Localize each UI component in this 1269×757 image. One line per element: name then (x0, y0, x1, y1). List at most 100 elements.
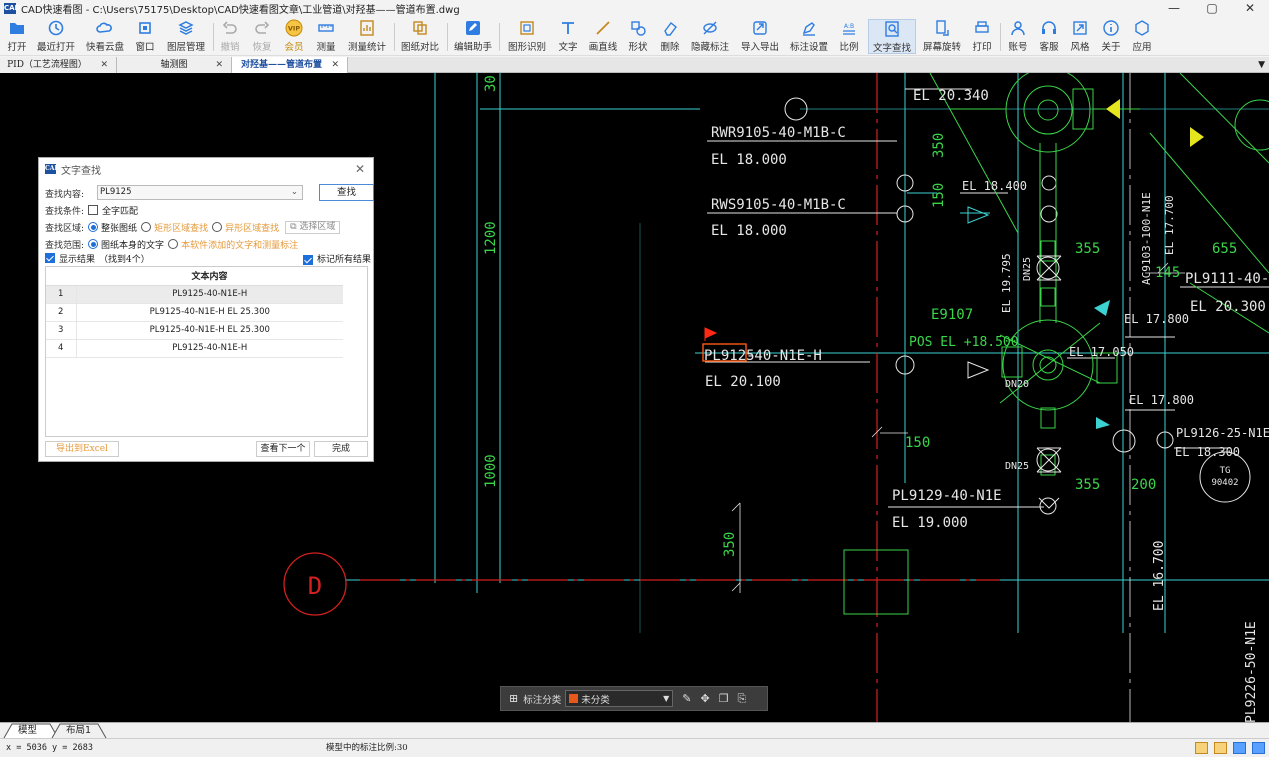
apps-button[interactable]: 应用 (1130, 19, 1154, 54)
drawing-label: EL 18.300 (1175, 445, 1240, 459)
print-button[interactable]: 打印 (970, 19, 994, 54)
range-drawing-text-radio[interactable] (88, 239, 99, 249)
export-excel-button[interactable]: 导出到Excel (45, 441, 119, 457)
tab-pid[interactable]: PID（工艺流程图） ✕ (0, 57, 117, 73)
table-row[interactable]: 1 PL9125-40-N1E-H (46, 285, 343, 304)
draw-line-button[interactable]: 画直线 (588, 19, 618, 54)
table-row[interactable]: 2 PL9125-40-N1E-H EL 25.300 (46, 303, 343, 322)
mark-all-checkbox[interactable] (302, 254, 313, 265)
tab-close-icon[interactable]: ✕ (331, 57, 339, 73)
fullscreen-icon[interactable] (1233, 742, 1246, 754)
copy-icon[interactable]: ❐ (719, 692, 729, 705)
drawing-label: POS EL +18.500 (909, 335, 1019, 350)
annotation-scale-status: 模型中的标注比例:30 (326, 743, 408, 753)
layout-tab-model[interactable]: 模型 (18, 723, 37, 738)
drawing-label: PL9226-50-N1E (1244, 621, 1259, 722)
table-row[interactable]: 4 PL9125-40-N1E-H (46, 339, 343, 358)
drawing-label: RWS9105-40-M1B-C (711, 197, 846, 213)
drawing-label: PL9129-40-N1E (892, 488, 1002, 504)
measure-button[interactable]: 测量 (313, 19, 339, 54)
layer-manager-button[interactable]: 图层管理 (165, 19, 207, 54)
layout-tab-layout1[interactable]: 布局1 (66, 723, 91, 738)
annotation-settings-button[interactable]: 标注设置 (788, 19, 830, 54)
show-results-checkbox[interactable] (45, 253, 55, 263)
drawing-label: EL 19.000 (892, 515, 968, 531)
select-area-button[interactable]: ⧉ 选择区域 (285, 220, 341, 234)
dialog-button-bar: 导出到Excel 查看下一个 完成 (45, 441, 368, 457)
hide-annotation-icon (703, 21, 717, 35)
redo-button[interactable]: 恢复 (250, 19, 274, 54)
mark-all-option: 标记所有结果 (299, 252, 371, 265)
tab-close-icon[interactable]: ✕ (100, 57, 108, 73)
measure-stats-button[interactable]: 测量统计 (346, 19, 388, 54)
edit-helper-button[interactable]: 编辑助手 (453, 19, 493, 54)
range-added-text-radio[interactable] (168, 239, 179, 249)
area-rectangle-radio[interactable] (141, 222, 152, 232)
full-match-checkbox[interactable] (88, 205, 99, 215)
recent-button[interactable]: 最近打开 (36, 19, 76, 54)
customer-service-button[interactable]: 客服 (1037, 19, 1061, 54)
text-tool-button[interactable]: 文字 (556, 19, 580, 54)
area-irregular-radio[interactable] (212, 222, 223, 232)
find-next-button[interactable]: 查看下一个 (256, 441, 310, 457)
style-icon (1073, 21, 1087, 35)
tab-isometric[interactable]: 轴测图 ✕ (117, 57, 232, 73)
hide-annotation-button[interactable]: 隐藏标注 (689, 19, 731, 54)
dialog-close-icon[interactable]: ✕ (355, 162, 365, 176)
snap-icon[interactable] (1195, 742, 1208, 754)
undo-icon (222, 21, 237, 34)
screen-icon[interactable] (1252, 742, 1265, 754)
chevron-down-icon[interactable]: ⌄ (291, 186, 298, 199)
import-export-button[interactable]: 导入导出 (739, 19, 781, 54)
annotation-category-select[interactable]: 未分类 ▼ (565, 690, 674, 707)
apps-icon (1135, 20, 1149, 36)
text-search-dialog: CAD 文字查找 ✕ 查找内容: PL9125 ⌄ 查找 查找条件: 全字匹配 查… (38, 157, 374, 462)
info-icon (1103, 20, 1119, 36)
maximize-button[interactable]: ▢ (1193, 0, 1231, 17)
window-button[interactable]: 窗口 (133, 19, 157, 54)
rotate-screen-button[interactable]: 屏幕旋转 (922, 19, 962, 54)
drawing-label: EL 17.800 (1129, 393, 1194, 407)
open-button[interactable]: 打开 (4, 19, 30, 54)
drawing-label: 90402 (1211, 478, 1238, 488)
find-button[interactable]: 查找 (319, 184, 374, 201)
minimize-button[interactable]: — (1155, 0, 1193, 17)
shape-tool-button[interactable]: 形状 (626, 19, 650, 54)
about-button[interactable]: 关于 (1099, 19, 1123, 54)
paste-icon[interactable]: ⎘ (738, 692, 747, 706)
drawing-label: 350 (722, 532, 738, 557)
tab-piping-layout[interactable]: 对羟基——管道布置 ✕ (232, 57, 348, 73)
drawing-label: EL 20.340 (913, 88, 989, 104)
dialog-title: 文字查找 (61, 165, 101, 177)
close-window-button[interactable]: ✕ (1231, 0, 1269, 17)
tab-list-dropdown-icon[interactable]: ▼ (1258, 57, 1265, 73)
move-icon[interactable]: ✥ (700, 692, 709, 705)
folder-status-icon[interactable] (1214, 742, 1227, 754)
scale-button[interactable]: A:B 比例 (837, 19, 861, 54)
drawing-label: -40-N1E-H (746, 348, 822, 364)
drawing-label: EL 17.800 (1124, 312, 1189, 326)
tab-close-icon[interactable]: ✕ (215, 57, 223, 73)
results-table: 文本内容 1 PL9125-40-N1E-H 2 PL9125-40-N1E-H E… (46, 267, 343, 358)
table-row[interactable]: 3 PL9125-40-N1E-H EL 25.300 (46, 321, 343, 340)
vip-button[interactable]: VIP 会员 (282, 19, 306, 54)
account-button[interactable]: 账号 (1006, 19, 1030, 54)
done-button[interactable]: 完成 (314, 441, 368, 457)
window-title: CAD快速看图 - C:\Users\75175\Desktop\CAD快速看图… (21, 5, 460, 16)
cloud-drive-button[interactable]: 快看云盘 (85, 19, 125, 54)
undo-button[interactable]: 撤销 (218, 19, 242, 54)
drawing-label: 150 (931, 183, 947, 208)
status-icons (1189, 742, 1265, 754)
area-whole-drawing-radio[interactable] (88, 222, 99, 232)
delete-button[interactable]: 删除 (658, 19, 682, 54)
drawing-label: AC9103-100-N1E (1140, 192, 1153, 285)
compare-drawings-button[interactable]: 图纸对比 (399, 19, 441, 54)
edit-icon[interactable]: ✎ (682, 692, 691, 705)
find-content-combobox[interactable]: PL9125 ⌄ (97, 185, 303, 200)
grid-icon[interactable]: ⊞ (509, 692, 518, 705)
style-button[interactable]: 风格 (1068, 19, 1092, 54)
text-search-button[interactable]: 文字查找 (868, 19, 916, 54)
shape-recognize-button[interactable]: 图形识别 (506, 19, 548, 54)
title-bar: CAD CAD快速看图 - C:\Users\75175\Desktop\CAD… (0, 0, 1269, 17)
toolbar-divider (499, 23, 500, 51)
